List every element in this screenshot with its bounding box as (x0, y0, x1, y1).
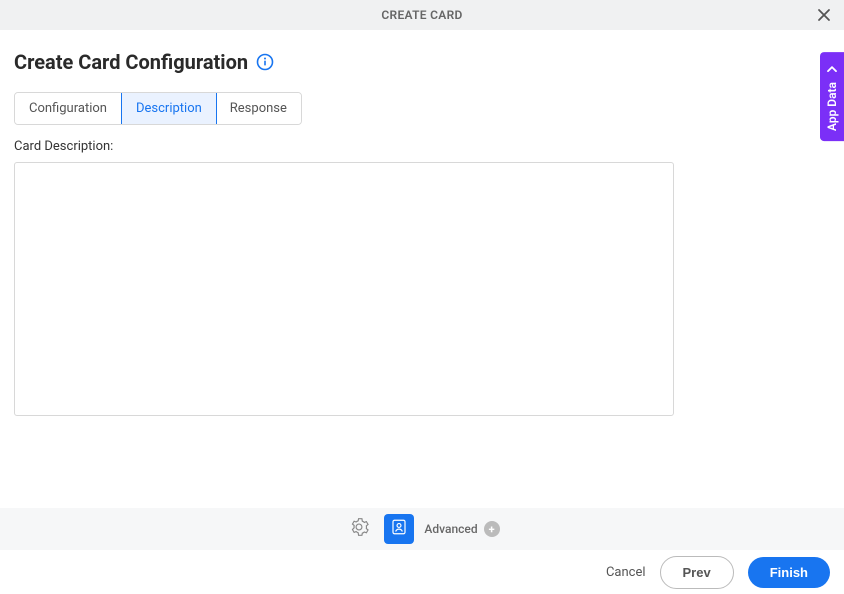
finish-button[interactable]: Finish (748, 557, 830, 588)
page-title: Create Card Configuration (14, 50, 248, 74)
tabs: Configuration Description Response (14, 92, 302, 125)
description-label: Card Description: (14, 139, 830, 154)
info-icon[interactable] (256, 53, 274, 71)
advanced-toggle[interactable]: Advanced + (424, 521, 499, 537)
plus-icon: + (484, 521, 500, 537)
app-data-label: App Data (825, 82, 839, 131)
modal-footer: Cancel Prev Finish (0, 550, 844, 594)
app-data-panel-toggle[interactable]: App Data (820, 52, 844, 141)
advanced-label: Advanced (424, 522, 477, 536)
card-description-textarea[interactable] (14, 162, 674, 416)
tab-description[interactable]: Description (121, 92, 217, 125)
modal-header: CREATE CARD (0, 0, 844, 30)
bottom-toolbar: Advanced + (0, 508, 844, 550)
main-content: Create Card Configuration Configuration … (0, 30, 844, 420)
gear-icon (349, 517, 369, 541)
user-card-button[interactable] (384, 514, 414, 544)
prev-button[interactable]: Prev (660, 556, 734, 589)
tab-response[interactable]: Response (216, 93, 301, 124)
page-title-row: Create Card Configuration (14, 50, 830, 74)
modal-title: CREATE CARD (381, 8, 462, 22)
cancel-button[interactable]: Cancel (606, 565, 646, 580)
settings-button[interactable] (344, 514, 374, 544)
user-card-icon (390, 518, 408, 540)
chevron-left-icon (827, 62, 837, 76)
close-icon[interactable] (816, 7, 832, 23)
tab-configuration[interactable]: Configuration (15, 93, 122, 124)
